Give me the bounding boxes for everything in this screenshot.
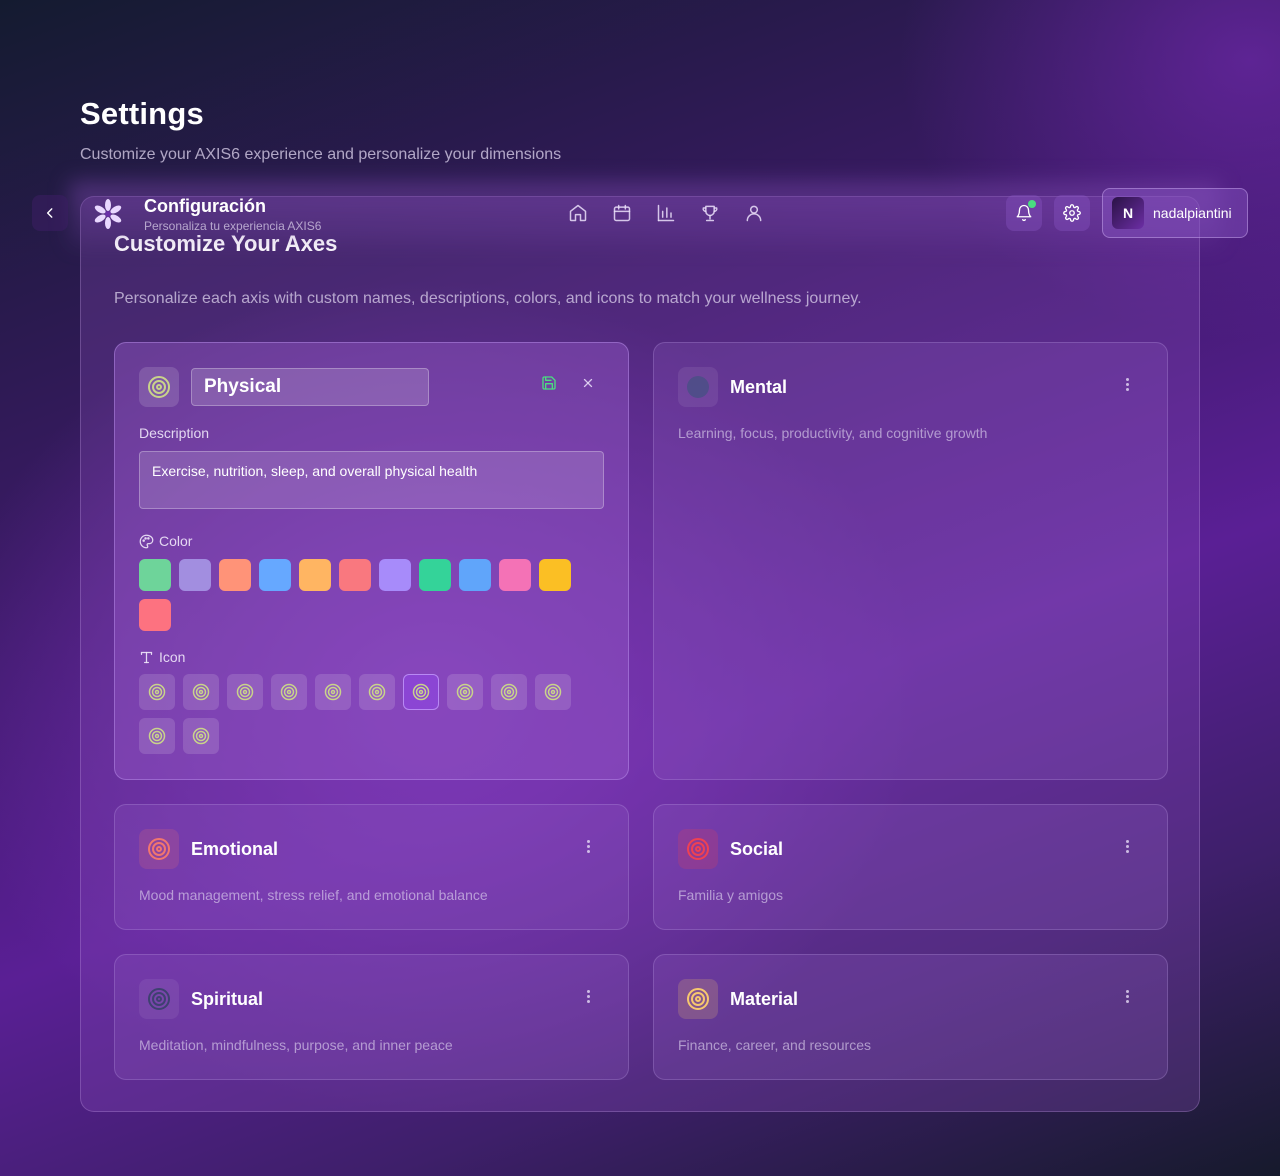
mental-icon-fill bbox=[687, 376, 709, 398]
axis-card-physical-editor: Description Exercise, nutrition, sleep, … bbox=[114, 342, 629, 780]
target-icon bbox=[678, 979, 718, 1019]
trophy-icon[interactable] bbox=[700, 200, 720, 226]
save-button[interactable] bbox=[539, 373, 559, 393]
more-options-button[interactable] bbox=[1117, 986, 1137, 1006]
target-icon-option[interactable] bbox=[227, 674, 263, 710]
save-icon bbox=[542, 376, 556, 390]
settings-button[interactable] bbox=[1054, 195, 1090, 231]
color-swatch[interactable] bbox=[219, 559, 251, 591]
user-menu[interactable]: N nadalpiantini bbox=[1102, 188, 1248, 238]
color-swatch[interactable] bbox=[379, 559, 411, 591]
chevron-left-icon bbox=[46, 208, 53, 218]
icon-options bbox=[139, 674, 609, 754]
axis-description: Finance, career, and resources bbox=[678, 1037, 871, 1053]
close-icon bbox=[583, 378, 593, 388]
type-icon bbox=[140, 651, 153, 663]
target-icon-option[interactable] bbox=[359, 674, 395, 710]
color-swatch[interactable] bbox=[459, 559, 491, 591]
icon-label: Icon bbox=[159, 649, 186, 665]
axis-description: Meditation, mindfulness, purpose, and in… bbox=[139, 1037, 453, 1053]
target-icon-option[interactable] bbox=[183, 718, 219, 754]
axis-description: Learning, focus, productivity, and cogni… bbox=[678, 425, 988, 441]
target-icon bbox=[139, 829, 179, 869]
description-label: Description bbox=[139, 425, 210, 441]
page-title: Settings bbox=[80, 96, 204, 131]
axis-card-mental[interactable]: Mental Learning, focus, productivity, an… bbox=[653, 342, 1168, 780]
description-field[interactable]: Exercise, nutrition, sleep, and overall … bbox=[139, 451, 604, 509]
target-icon-option[interactable] bbox=[403, 674, 439, 710]
notification-dot bbox=[1028, 200, 1036, 208]
color-swatch[interactable] bbox=[139, 559, 171, 591]
color-swatch[interactable] bbox=[259, 559, 291, 591]
calendar-icon[interactable] bbox=[612, 200, 632, 226]
avatar: N bbox=[1112, 197, 1144, 229]
axis-name-input[interactable] bbox=[191, 368, 429, 406]
gear-icon bbox=[1063, 204, 1081, 222]
notifications-button[interactable] bbox=[1006, 195, 1042, 231]
color-swatch[interactable] bbox=[539, 559, 571, 591]
target-icon-option[interactable] bbox=[535, 674, 571, 710]
axis-card-material[interactable]: Material Finance, career, and resources bbox=[653, 954, 1168, 1080]
axis-name: Material bbox=[730, 989, 799, 1009]
icon-label-row: Icon bbox=[139, 649, 185, 665]
color-swatch[interactable] bbox=[139, 599, 171, 631]
target-icon-option[interactable] bbox=[491, 674, 527, 710]
color-swatch[interactable] bbox=[179, 559, 211, 591]
color-label: Color bbox=[159, 533, 193, 549]
axis-card-spiritual[interactable]: Spiritual Meditation, mindfulness, purpo… bbox=[114, 954, 629, 1080]
customize-axes-panel: Customize Your Axes Personalize each axi… bbox=[80, 196, 1200, 1112]
circle-icon bbox=[678, 367, 718, 407]
page-subtitle: Customize your AXIS6 experience and pers… bbox=[80, 146, 562, 163]
axis-card-social[interactable]: Social Familia y amigos bbox=[653, 804, 1168, 930]
main-nav bbox=[568, 200, 764, 226]
color-label-row: Color bbox=[139, 533, 192, 549]
axis-name: Mental bbox=[730, 377, 788, 397]
back-button[interactable] bbox=[32, 195, 68, 231]
username: nadalpiantini bbox=[1153, 205, 1232, 221]
target-icon-option[interactable] bbox=[271, 674, 307, 710]
user-icon[interactable] bbox=[744, 200, 764, 226]
axis-name: Spiritual bbox=[191, 989, 264, 1009]
page-header: Settings Customize your AXIS6 experience… bbox=[80, 96, 561, 164]
color-swatch[interactable] bbox=[299, 559, 331, 591]
target-icon-option[interactable] bbox=[447, 674, 483, 710]
more-options-button[interactable] bbox=[1117, 374, 1137, 394]
color-swatch[interactable] bbox=[499, 559, 531, 591]
panel-description: Personalize each axis with custom names,… bbox=[114, 290, 862, 307]
target-icon-option[interactable] bbox=[139, 718, 175, 754]
axis6-logo[interactable] bbox=[88, 195, 128, 233]
target-icon-option[interactable] bbox=[183, 674, 219, 710]
home-icon[interactable] bbox=[568, 200, 588, 226]
target-icon-option[interactable] bbox=[139, 674, 175, 710]
axis-name: Social bbox=[730, 839, 784, 859]
palette-icon bbox=[139, 534, 154, 548]
color-swatches bbox=[139, 559, 609, 631]
color-swatch[interactable] bbox=[339, 559, 371, 591]
axis-card-emotional[interactable]: Emotional Mood management, stress relief… bbox=[114, 804, 629, 930]
color-swatch[interactable] bbox=[419, 559, 451, 591]
axis-name: Emotional bbox=[191, 839, 279, 859]
more-options-button[interactable] bbox=[578, 986, 598, 1006]
topbar-subtitle: Personaliza tu experiencia AXIS6 bbox=[144, 219, 322, 233]
cancel-button[interactable] bbox=[578, 373, 598, 393]
target-icon-option[interactable] bbox=[315, 674, 351, 710]
axis-description: Familia y amigos bbox=[678, 887, 784, 903]
more-options-button[interactable] bbox=[578, 836, 598, 856]
target-icon bbox=[678, 829, 718, 869]
more-options-button[interactable] bbox=[1117, 836, 1137, 856]
target-icon bbox=[139, 979, 179, 1019]
target-icon[interactable] bbox=[139, 367, 179, 407]
axis-description: Mood management, stress relief, and emot… bbox=[139, 887, 488, 903]
bar-chart-icon[interactable] bbox=[656, 200, 676, 226]
topbar-title: Configuración bbox=[144, 196, 266, 216]
